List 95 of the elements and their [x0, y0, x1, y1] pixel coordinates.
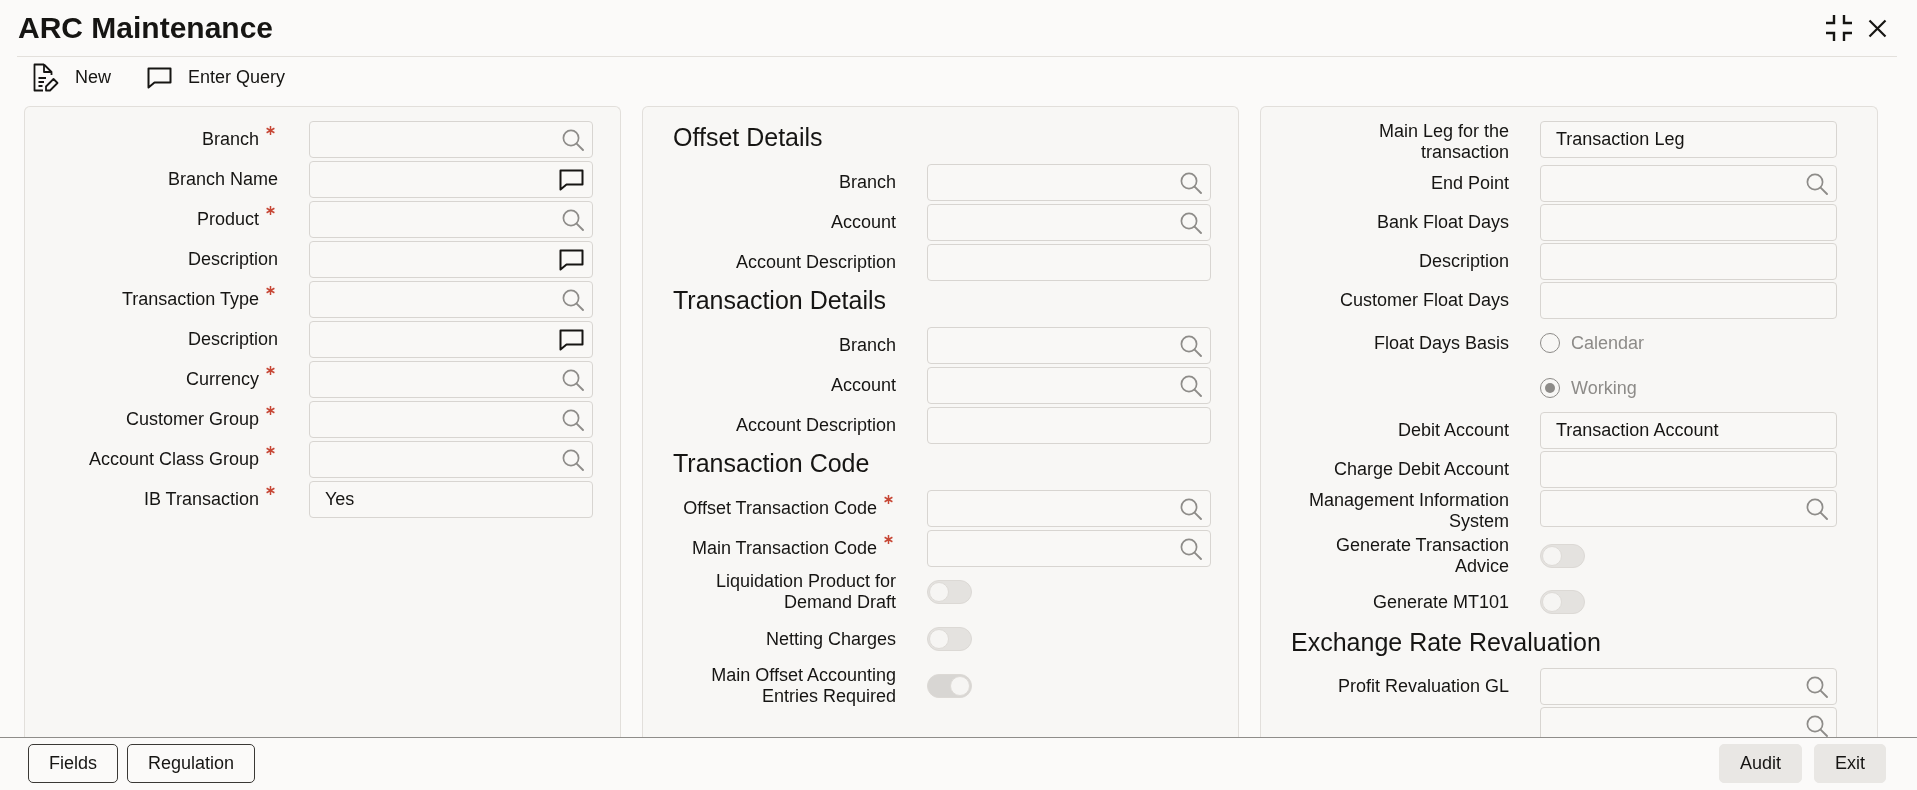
input-field[interactable] [927, 490, 1211, 527]
field-label: Generate MT101 [1372, 591, 1509, 613]
input-field[interactable] [309, 281, 593, 318]
field-label: Management Information System [1307, 490, 1509, 532]
input-field[interactable] [1540, 668, 1837, 705]
field-label: Account Description [735, 415, 896, 436]
search-icon[interactable] [562, 408, 584, 431]
search-icon[interactable] [1806, 675, 1828, 698]
field-label: Description [187, 249, 278, 270]
input-field[interactable]: Transaction Account [1540, 412, 1837, 449]
field-label: Branch Name [167, 169, 278, 190]
input-field[interactable] [309, 201, 593, 238]
field-label: Transaction Type [121, 289, 259, 310]
search-icon[interactable] [1180, 211, 1202, 234]
field-label: Description [187, 329, 278, 350]
input-field[interactable] [309, 441, 593, 478]
field-label: Netting Charges [765, 628, 896, 650]
speech-bubble-icon[interactable] [559, 248, 584, 271]
collapse-icon[interactable] [1825, 14, 1853, 42]
section-heading: Transaction Details [672, 285, 888, 315]
toolbar-button[interactable]: Enter Query [147, 66, 286, 89]
input-field[interactable] [927, 407, 1211, 444]
field-label: Offset Transaction Code [683, 498, 877, 519]
input-field[interactable]: Yes [309, 481, 593, 518]
footer-button[interactable]: Exit [1814, 744, 1886, 783]
footer-button[interactable]: Regulation [127, 744, 256, 783]
field-label: Account [830, 212, 896, 233]
input-field[interactable] [309, 361, 593, 398]
input-field[interactable] [1540, 282, 1837, 319]
field-label: Branch [201, 129, 259, 150]
input-field[interactable] [309, 321, 593, 358]
field-label: Main Offset Accounting Entries Required [710, 665, 896, 707]
input-field[interactable]: Transaction Leg [1540, 121, 1837, 158]
input-field[interactable] [927, 327, 1211, 364]
close-icon[interactable] [1868, 18, 1887, 38]
speech-bubble-icon [147, 66, 172, 89]
field-label: End Point [1430, 173, 1509, 194]
field-label: Generate Transaction Advice [1334, 535, 1509, 577]
section-heading: Offset Details [672, 122, 824, 152]
toolbar-button[interactable]: New [33, 63, 111, 92]
input-field[interactable] [927, 367, 1211, 404]
field-label: Customer Float Days [1339, 290, 1509, 311]
search-icon[interactable] [1180, 334, 1202, 357]
input-field[interactable] [927, 204, 1211, 241]
search-icon[interactable] [1180, 537, 1202, 560]
search-icon[interactable] [562, 448, 584, 471]
search-icon[interactable] [1180, 497, 1202, 520]
section-heading: Exchange Rate Revaluation [1290, 627, 1602, 657]
field-label: IB Transaction [143, 489, 259, 510]
speech-bubble-icon[interactable] [559, 328, 584, 351]
field-label: Product [196, 209, 259, 230]
field-label: Profit Revaluation GL [1337, 676, 1509, 697]
input-field[interactable] [1540, 243, 1837, 280]
input-field[interactable] [309, 121, 593, 158]
input-field[interactable] [927, 164, 1211, 201]
input-field[interactable] [1540, 451, 1837, 488]
field-label: Account Description [735, 252, 896, 273]
input-field[interactable] [927, 530, 1211, 567]
field-label: Liquidation Product for Demand Draft [714, 571, 896, 613]
field-label: Description [1418, 251, 1509, 272]
search-icon[interactable] [1180, 374, 1202, 397]
search-icon[interactable] [1180, 171, 1202, 194]
field-label: Charge Debit Account [1333, 459, 1509, 480]
input-field[interactable] [1540, 204, 1837, 241]
field-label: Currency [185, 369, 259, 390]
field-label: Account [830, 375, 896, 396]
field-label: Main Leg for the transaction [1377, 121, 1509, 163]
section-heading: Transaction Code [672, 448, 871, 478]
field-label: Bank Float Days [1376, 212, 1509, 233]
search-icon[interactable] [1806, 714, 1828, 737]
input-field[interactable] [1540, 165, 1837, 202]
search-icon[interactable] [562, 128, 584, 151]
input-field[interactable] [927, 244, 1211, 281]
search-icon[interactable] [562, 368, 584, 391]
field-label: Branch [838, 172, 896, 193]
input-field[interactable] [309, 241, 593, 278]
field-label: Account Class Group [88, 449, 259, 470]
input-field[interactable] [1540, 707, 1837, 737]
window-title: ARC Maintenance [17, 10, 274, 46]
footer-button[interactable]: Audit [1718, 744, 1802, 783]
search-icon[interactable] [562, 288, 584, 311]
field-label: Branch [838, 335, 896, 356]
input-field[interactable] [1540, 490, 1837, 527]
document-edit-icon [33, 63, 59, 92]
search-icon[interactable] [562, 208, 584, 231]
field-label: Float Days Basis [1373, 332, 1509, 354]
field-label: Main Transaction Code [691, 538, 877, 559]
search-icon[interactable] [1806, 172, 1828, 195]
search-icon[interactable] [1806, 497, 1828, 520]
input-field[interactable] [309, 401, 593, 438]
input-field[interactable] [309, 161, 593, 198]
footer-button[interactable]: Fields [28, 744, 118, 783]
speech-bubble-icon[interactable] [559, 168, 584, 191]
field-label: Customer Group [125, 409, 259, 430]
field-label: Debit Account [1397, 420, 1509, 441]
